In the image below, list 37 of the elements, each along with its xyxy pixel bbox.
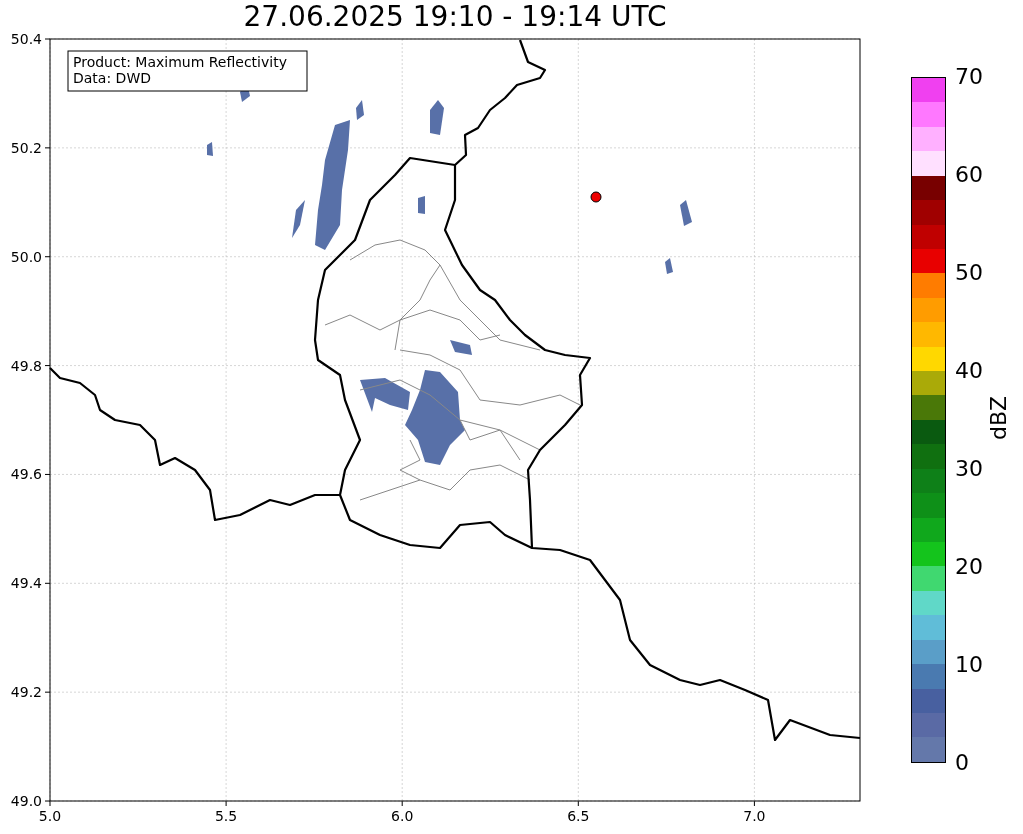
tick-mark — [44, 473, 51, 475]
longitude-label: 6.0 — [391, 808, 414, 824]
tick-mark — [44, 256, 51, 258]
latitude-label: 49.2 — [10, 684, 42, 701]
tick-mark — [44, 365, 51, 367]
tick-mark — [44, 147, 51, 149]
latitude-label: 49.8 — [10, 357, 42, 374]
chart-title: 27.06.2025 19:10 - 19:14 UTC — [243, 3, 667, 31]
legend-text: Data: DWD — [73, 70, 151, 86]
colorbar-tick-label: 30 — [955, 458, 983, 480]
tick-mark — [44, 691, 51, 693]
colorbar-tick-label: 40 — [955, 360, 983, 382]
colorbar-tick-label: 60 — [955, 164, 983, 186]
legend-text: Product: Maximum Reflectivity — [73, 54, 287, 70]
tick-mark — [577, 800, 579, 807]
location-marker — [590, 191, 602, 203]
longitude-label: 7.0 — [743, 808, 766, 824]
latitude-label: 50.0 — [10, 248, 42, 265]
colorbar-axis-label: dBZ — [988, 395, 1011, 441]
latitude-label: 50.4 — [10, 32, 42, 47]
colorbar-tick-label: 20 — [955, 556, 983, 578]
latitude-label: 49.6 — [10, 466, 42, 483]
tick-mark — [44, 38, 51, 40]
colorbar-tick-label: 10 — [955, 654, 983, 676]
longitude-label: 6.5 — [567, 808, 590, 824]
latitude-label: 49.0 — [10, 793, 42, 809]
colorbar-tick-label: 0 — [955, 752, 969, 774]
latitude-label: 49.4 — [10, 575, 42, 592]
longitude-label: 5.5 — [214, 808, 238, 824]
colorbar-tick-label: 70 — [955, 66, 983, 88]
colorbar-tick-label: 50 — [955, 262, 983, 284]
tick-mark — [44, 582, 51, 584]
tick-mark — [753, 800, 755, 807]
latitude-label: 50.2 — [10, 139, 42, 156]
tick-mark — [225, 800, 227, 807]
longitude-label: 5.0 — [38, 808, 62, 824]
tick-mark — [401, 800, 403, 807]
